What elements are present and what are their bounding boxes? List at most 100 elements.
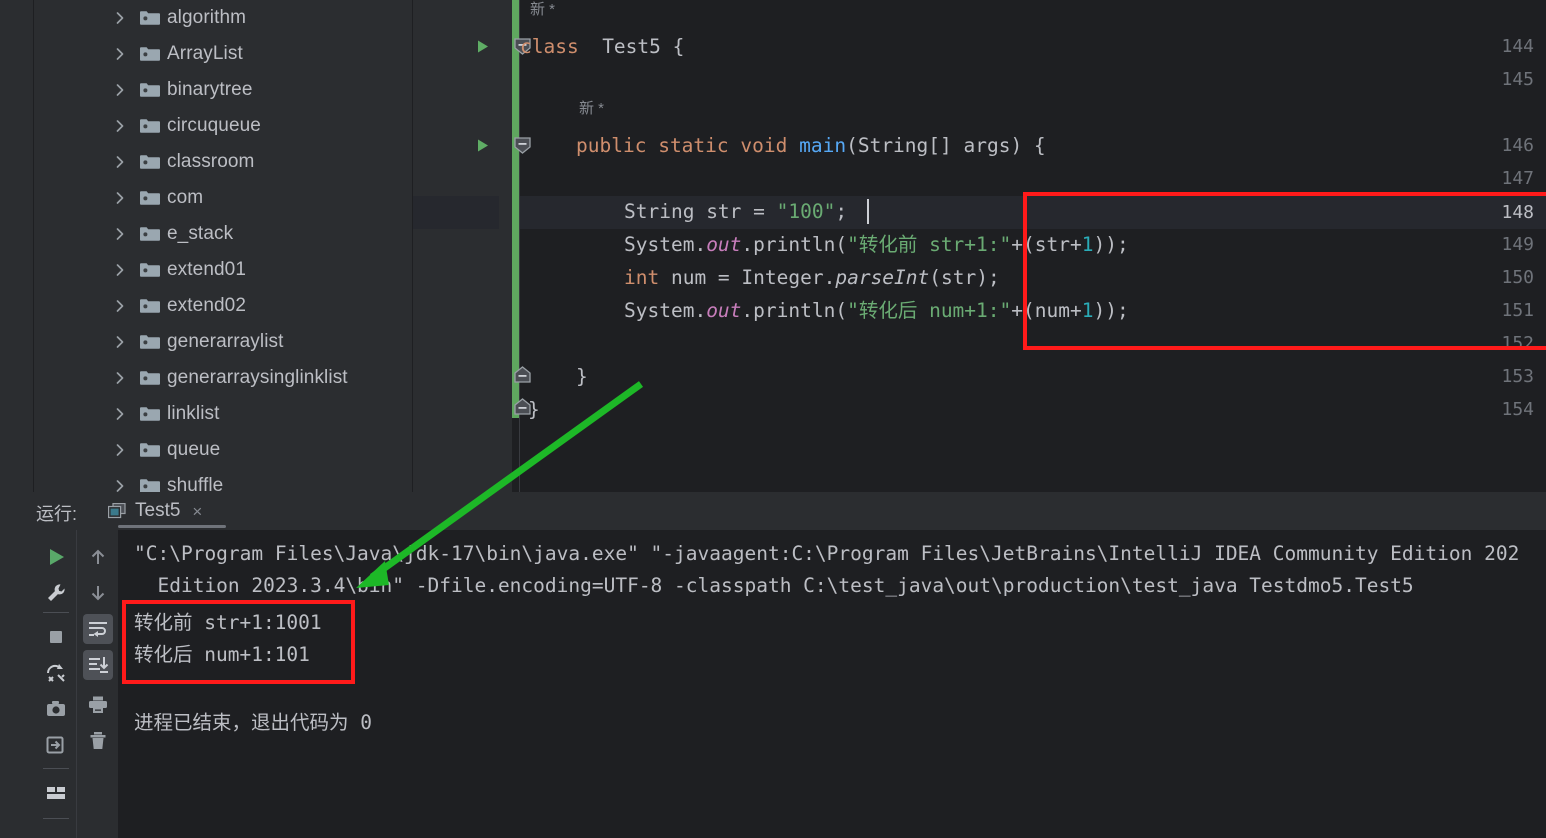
stop-button[interactable]: [41, 622, 71, 652]
edit-config-button[interactable]: [41, 578, 71, 608]
toolbar-separator-1: [43, 612, 69, 613]
tree-item-linklist[interactable]: linklist: [34, 396, 413, 432]
folder-icon: [140, 190, 160, 206]
export-icon[interactable]: [41, 730, 71, 760]
method-parseint: parseInt: [835, 266, 930, 289]
editor-gutter[interactable]: [413, 0, 499, 492]
rerun-button[interactable]: [41, 542, 71, 572]
close-icon[interactable]: ×: [192, 503, 202, 520]
chevron-right-icon[interactable]: [113, 119, 127, 133]
console-line-exit: 进程已结束，退出代码为 0: [134, 711, 372, 734]
console-line-command2: Edition 2023.3.4\bin" -Dfile.encoding=UT…: [134, 574, 1414, 597]
keyword-void: void: [740, 134, 788, 157]
arrow-down-icon[interactable]: [83, 578, 113, 608]
printer-icon[interactable]: [83, 690, 113, 720]
chevron-right-icon[interactable]: [113, 263, 127, 277]
chevron-right-icon[interactable]: [113, 227, 127, 241]
close-brace-main: }: [576, 365, 588, 388]
chevron-right-icon[interactable]: [113, 11, 127, 25]
folder-icon: [140, 406, 160, 422]
console-line-command: "C:\Program Files\Java\jdk-17\bin\java.e…: [134, 542, 1520, 565]
scroll-end-icon[interactable]: [83, 650, 113, 680]
folder-icon: [140, 82, 160, 98]
tree-item-extend02[interactable]: extend02: [34, 288, 413, 324]
trash-icon[interactable]: [83, 726, 113, 756]
main-signature: (String[] args) {: [846, 134, 1046, 157]
inlay-hint-class[interactable]: 新 *: [530, 0, 555, 23]
camera-icon[interactable]: [41, 694, 71, 724]
chevron-right-icon[interactable]: [113, 335, 127, 349]
method-name-main: main: [799, 134, 847, 157]
folder-icon: [140, 262, 160, 278]
run-toolbar-secondary[interactable]: [77, 530, 119, 838]
keyword-int: int: [624, 266, 660, 289]
folder-icon: [140, 226, 160, 242]
layout-icon[interactable]: [41, 778, 71, 808]
tree-item-shuffle[interactable]: shuffle: [34, 468, 413, 492]
close-brace-class: }: [528, 398, 540, 421]
chevron-right-icon[interactable]: [113, 155, 127, 169]
tree-item-circuqueue[interactable]: circuqueue: [34, 108, 413, 144]
keyword-class: class: [520, 35, 579, 58]
console-output[interactable]: "C:\Program Files\Java\jdk-17\bin\java.e…: [119, 530, 1546, 838]
code-line-148: String str = "100";: [624, 195, 847, 228]
folder-icon: [140, 334, 160, 350]
folder-icon: [140, 442, 160, 458]
tree-item-generarraylist[interactable]: generarraylist: [34, 324, 413, 360]
close-149: ));: [1093, 233, 1129, 256]
arrow-up-icon[interactable]: [83, 542, 113, 572]
code-editor[interactable]: 144 145 146 147 148 149 150 151 152 153 154 新 * cl…: [413, 0, 1546, 492]
tree-item-label: generarraylist: [167, 331, 284, 352]
left-tool-rail[interactable]: [0, 0, 34, 492]
string-literal-before: "转化前 str+1:": [847, 233, 1012, 256]
space-5: [787, 134, 799, 157]
folder-icon: [140, 46, 160, 62]
run-toolbar-main[interactable]: [35, 530, 77, 838]
chevron-right-icon[interactable]: [113, 299, 127, 313]
tree-item-generarraysinglinklist[interactable]: generarraysinglinklist: [34, 360, 413, 396]
tree-item-e_stack[interactable]: e_stack: [34, 216, 413, 252]
chevron-right-icon[interactable]: [113, 47, 127, 61]
tree-item-extend01[interactable]: extend01: [34, 252, 413, 288]
concat-149: +(str+: [1011, 233, 1082, 256]
code-line-146: public static void main(String[] args) {: [576, 129, 1046, 162]
chevron-right-icon[interactable]: [113, 371, 127, 385]
toolbar-separator-2: [43, 768, 69, 769]
inlay-hint-main[interactable]: 新 *: [579, 96, 604, 122]
number-literal-151: 1: [1081, 299, 1094, 322]
code-line-153: }: [576, 360, 588, 393]
code-line-151: System.out.println("转化后 num+1:"+(num+1))…: [624, 294, 1129, 327]
tree-item-label: linklist: [167, 403, 220, 424]
folder-icon: [140, 154, 160, 170]
string-literal-100: "100": [776, 200, 836, 223]
chevron-right-icon[interactable]: [113, 191, 127, 205]
system-prefix-151: System.: [624, 299, 707, 322]
run-window-title: 运行:: [36, 504, 78, 524]
tree-item-arraylist[interactable]: ArrayList: [34, 36, 413, 72]
tree-item-label: classroom: [167, 151, 255, 172]
code-line-154: }: [528, 393, 540, 426]
tree-item-queue[interactable]: queue: [34, 432, 413, 468]
string-literal-after: "转化后 num+1:": [847, 299, 1012, 322]
project-tree-panel[interactable]: algorithm ArrayList binarytree circuqueue cl…: [34, 0, 413, 492]
run-tool-window[interactable]: 运行: Test5 × "C:\Program Files\Java\jdk-1…: [0, 492, 1546, 838]
rerun-failed-icon[interactable]: [41, 658, 71, 688]
run-configuration-icon: [108, 503, 126, 519]
folder-icon: [140, 10, 160, 26]
tree-item-classroom[interactable]: classroom: [34, 144, 413, 180]
chevron-right-icon[interactable]: [113, 83, 127, 97]
editor-text-area[interactable]: 新 * class Test5 { 新 * public static void…: [520, 0, 1546, 492]
run-gutter-icon-main[interactable]: [475, 138, 490, 153]
current-line-gutter-highlight: [413, 196, 499, 229]
run-gutter-icon-class[interactable]: [475, 39, 490, 54]
tree-item-binarytree[interactable]: binarytree: [34, 72, 413, 108]
chevron-right-icon[interactable]: [113, 407, 127, 421]
tree-item-label: com: [167, 187, 204, 208]
tree-item-label: ArrayList: [167, 43, 243, 64]
chevron-right-icon[interactable]: [113, 443, 127, 457]
tree-item-com[interactable]: com: [34, 180, 413, 216]
chevron-right-icon[interactable]: [113, 479, 127, 492]
class-name: Test5: [602, 35, 661, 58]
soft-wrap-icon[interactable]: [83, 614, 113, 644]
tree-item-algorithm[interactable]: algorithm: [34, 0, 413, 36]
